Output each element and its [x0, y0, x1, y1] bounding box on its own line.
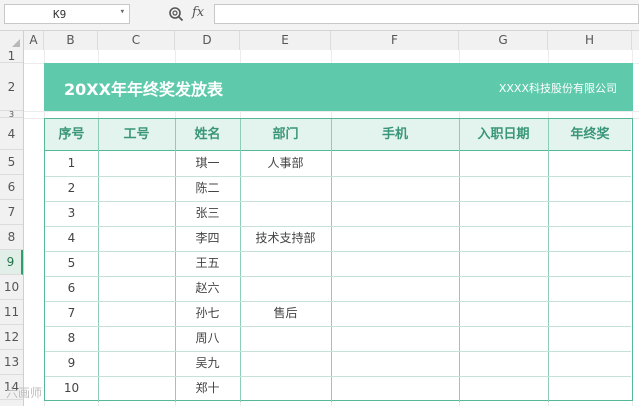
column-header: A B C D E F G H [0, 31, 639, 51]
column-header-b[interactable]: B [44, 31, 98, 50]
watermark: 六画师 [6, 386, 43, 400]
name-box-value: K9 [53, 8, 67, 21]
row-header-4[interactable]: 4 [0, 118, 23, 150]
cell-dept[interactable] [240, 351, 331, 376]
cell-name[interactable]: 赵六 [175, 276, 240, 301]
row-header-1[interactable]: 1 [0, 50, 23, 63]
column-header-e[interactable]: E [240, 31, 331, 50]
row-header-12[interactable]: 12 [0, 325, 23, 350]
header-bonus: 年终奖 [570, 127, 610, 142]
row-header-5[interactable]: 5 [0, 150, 23, 175]
cell-no[interactable]: 8 [45, 326, 98, 351]
header-phone: 手机 [381, 127, 408, 142]
header-no: 序号 [58, 127, 85, 142]
column-header-a[interactable]: A [24, 31, 44, 50]
column-header-g[interactable]: G [459, 31, 548, 50]
cell-no[interactable]: 9 [45, 351, 98, 376]
cell-no[interactable]: 6 [45, 276, 98, 301]
bonus-table: 序号 工号 姓名 部门 手机 入职日期 年终奖 1 琪一 人事部 2 陈二 3 … [44, 118, 633, 402]
cell-no[interactable]: 10 [45, 376, 98, 401]
cell-name[interactable]: 吴九 [175, 351, 240, 376]
row-header-7[interactable]: 7 [0, 200, 23, 225]
column-header-h[interactable]: H [548, 31, 632, 50]
fx-icon[interactable]: fx [192, 5, 204, 20]
title-banner: 20XX年年终奖发放表 XXXX科技股份有限公司 [44, 63, 633, 111]
row-header-11[interactable]: 11 [0, 300, 23, 325]
cell-name[interactable]: 王五 [175, 251, 240, 276]
cell-no[interactable]: 2 [45, 176, 98, 201]
sheet-title: 20XX年年终奖发放表 [64, 80, 223, 99]
cell-dept[interactable]: 售后 [240, 301, 331, 326]
row-header-10[interactable]: 10 [0, 275, 23, 300]
header-id: 工号 [123, 127, 150, 142]
cell-dept[interactable] [240, 376, 331, 401]
cell-no[interactable]: 3 [45, 201, 98, 226]
cell-no[interactable]: 4 [45, 226, 98, 251]
cell-name[interactable]: 周八 [175, 326, 240, 351]
cell-name[interactable]: 孙七 [175, 301, 240, 326]
name-box[interactable]: K9 ▾ [4, 4, 130, 24]
row-header-2[interactable]: 2 [0, 63, 23, 111]
cell-no[interactable]: 1 [45, 151, 98, 176]
select-all-corner[interactable] [0, 31, 24, 50]
cell-name[interactable]: 琪一 [175, 151, 240, 176]
formula-bar: K9 ▾ fx [0, 0, 639, 31]
cell-dept[interactable] [240, 201, 331, 226]
company-name: XXXX科技股份有限公司 [498, 82, 617, 95]
sheet-grid[interactable]: 20XX年年终奖发放表 XXXX科技股份有限公司 序号 工号 姓名 部门 手机 … [24, 50, 639, 406]
cell-dept[interactable]: 技术支持部 [240, 226, 331, 251]
row-header-9[interactable]: 9 [0, 250, 23, 275]
column-header-c[interactable]: C [98, 31, 175, 50]
column-header-d[interactable]: D [175, 31, 240, 50]
cell-dept[interactable] [240, 251, 331, 276]
cell-name[interactable]: 李四 [175, 226, 240, 251]
cell-dept[interactable]: 人事部 [240, 151, 331, 176]
header-dept: 部门 [272, 127, 299, 142]
row-header-6[interactable]: 6 [0, 175, 23, 200]
header-date: 入职日期 [477, 127, 530, 142]
formula-input[interactable] [214, 4, 639, 24]
row-header: 1 2 3 4 5 6 7 8 9 10 11 12 13 14 [0, 50, 24, 406]
cell-no[interactable]: 7 [45, 301, 98, 326]
row-header-13[interactable]: 13 [0, 350, 23, 375]
row-header-3[interactable]: 3 [0, 111, 23, 119]
cell-no[interactable]: 5 [45, 251, 98, 276]
cell-dept[interactable] [240, 276, 331, 301]
zoom-icon[interactable] [168, 6, 184, 22]
cell-name[interactable]: 郑十 [175, 376, 240, 401]
chevron-down-icon[interactable]: ▾ [120, 7, 125, 17]
cell-name[interactable]: 陈二 [175, 176, 240, 201]
cell-dept[interactable] [240, 326, 331, 351]
row-header-8[interactable]: 8 [0, 225, 23, 250]
column-header-f[interactable]: F [331, 31, 459, 50]
header-name: 姓名 [194, 127, 221, 142]
cell-name[interactable]: 张三 [175, 201, 240, 226]
cell-dept[interactable] [240, 176, 331, 201]
